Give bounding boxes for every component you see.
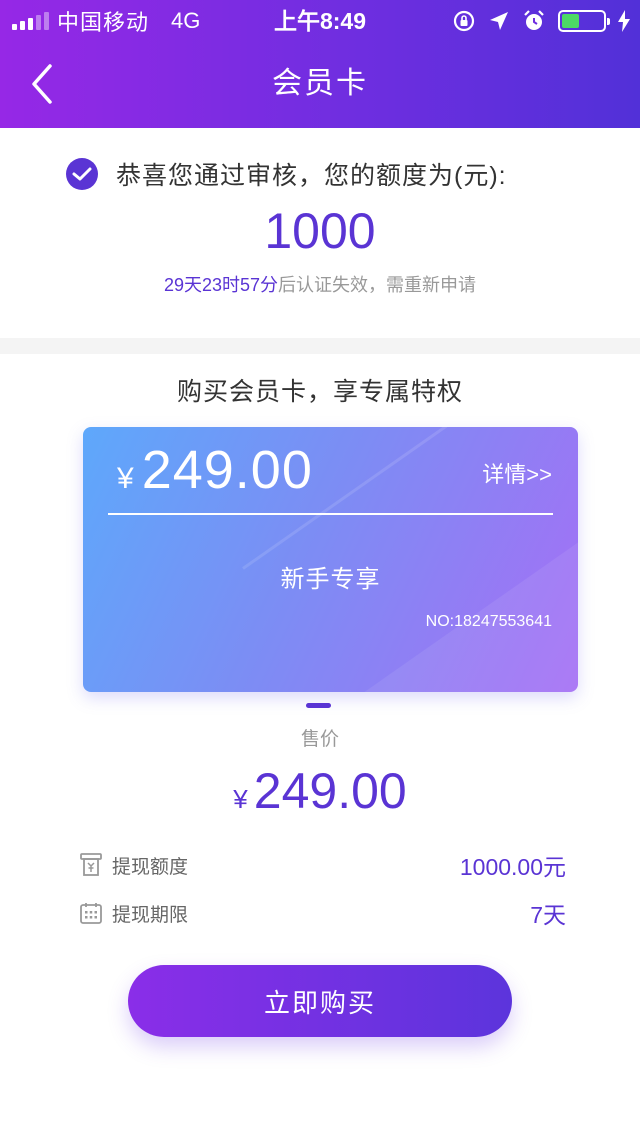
approval-message: 恭喜您通过审核，您的额度为(元):	[116, 162, 507, 190]
countdown: 29天23时57分	[163, 275, 279, 295]
carousel-indicator	[306, 703, 331, 708]
card-currency: ¥	[117, 462, 134, 495]
card-name: 新手专享	[280, 566, 381, 593]
withdraw-period-value: 7天	[530, 902, 566, 928]
location-icon	[490, 12, 508, 30]
withdraw-period-label: 提现期限	[112, 904, 189, 926]
status-bar-right	[452, 8, 630, 34]
membership-card[interactable]: ¥ 249.00 详情>> 新手专享 NO:18247553641	[83, 427, 578, 692]
check-icon	[66, 158, 98, 190]
sale-currency: ¥	[233, 784, 248, 814]
card-number: NO:18247553641	[425, 613, 552, 630]
withdraw-period-row: 提现期限 7天	[80, 896, 566, 930]
card-price-value: 249.00	[141, 440, 313, 500]
section-divider	[0, 338, 640, 354]
rotation-lock-icon	[453, 10, 475, 32]
card-details-link[interactable]: 详情>>	[482, 457, 552, 489]
approval-message-row: 恭喜您通过审核，您的额度为(元):	[66, 156, 507, 192]
approval-section: 恭喜您通过审核，您的额度为(元): 1000 29天23时57分后认证失效，需重…	[0, 128, 640, 338]
expire-note: 后认证失效，需重新申请	[278, 275, 477, 295]
alarm-icon	[524, 10, 544, 30]
expire-notice: 29天23时57分后认证失效，需重新申请	[0, 272, 640, 298]
withdraw-period-label-group: 提现期限	[80, 900, 188, 927]
buy-now-button[interactable]: 立即购买	[128, 965, 512, 1037]
charging-icon	[618, 10, 630, 32]
withdraw-limit-label-group: 提现额度	[80, 852, 188, 879]
card-divider	[108, 513, 553, 515]
sale-label: 售价	[300, 729, 339, 750]
card-price: ¥ 249.00	[117, 439, 313, 501]
page-title: 会员卡	[272, 67, 368, 100]
withdraw-limit-row: 提现额度 1000.00元	[80, 848, 566, 882]
nav-bar: 会员卡	[0, 40, 640, 128]
status-bar: 中国移动 4G 上午8:49	[0, 0, 640, 40]
credit-amount: 1000	[264, 203, 376, 259]
header: 中国移动 4G 上午8:49 会员卡	[0, 0, 640, 128]
sale-price: ¥ 249.00	[0, 762, 640, 820]
battery-icon	[558, 10, 610, 32]
membership-section-title: 购买会员卡，享专属特权	[176, 378, 463, 406]
withdraw-limit-value: 1000.00元	[459, 854, 566, 880]
card-decoration	[343, 523, 578, 692]
sale-price-value: 249.00	[253, 763, 407, 819]
withdraw-limit-label: 提现额度	[112, 856, 189, 878]
calendar-icon	[80, 903, 102, 924]
withdraw-icon	[80, 853, 102, 876]
